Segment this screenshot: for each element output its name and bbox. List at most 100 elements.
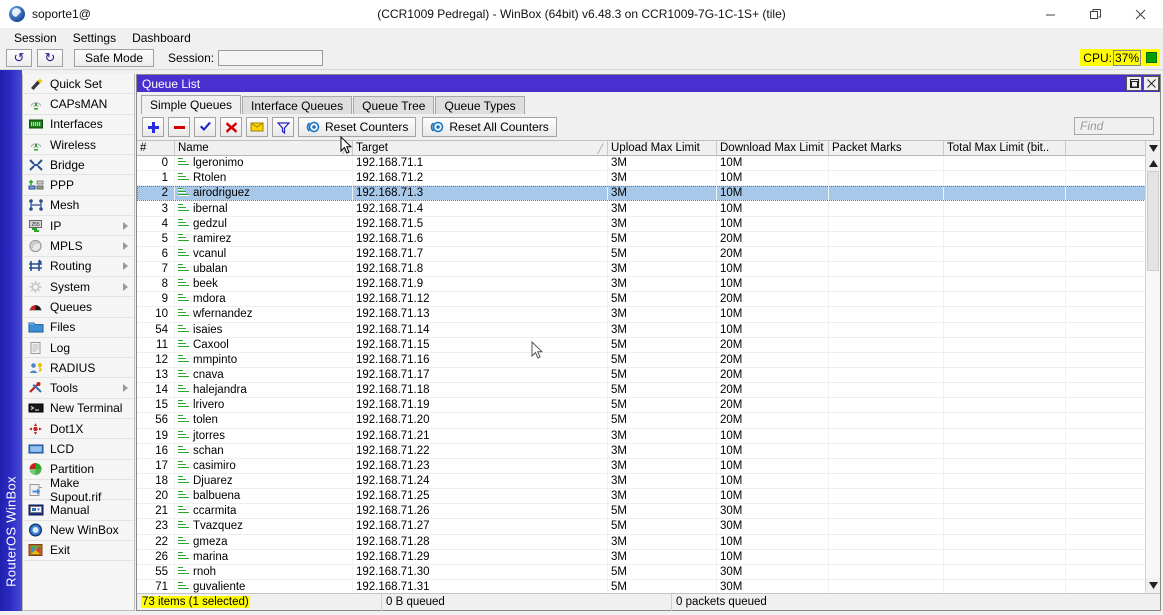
sidebar-item-exit[interactable]: Exit <box>23 541 134 561</box>
cell-tot <box>944 246 1066 261</box>
table-row[interactable]: 12mmpinto192.168.71.165M20M <box>137 353 1160 368</box>
undo-icon[interactable]: ↺ <box>6 49 32 67</box>
restore-button[interactable] <box>1073 0 1118 28</box>
sidebar-item-mpls[interactable]: MPLS <box>23 236 134 256</box>
sidebar-item-interfaces[interactable]: Interfaces <box>23 115 134 135</box>
sidebar-item-make-supout-rif[interactable]: Make Supout.rif <box>23 480 134 500</box>
redo-icon[interactable]: ↻ <box>37 49 63 67</box>
queue-bars-icon <box>178 294 189 304</box>
table-row[interactable]: 16schan192.168.71.223M10M <box>137 444 1160 459</box>
tab-queue-types[interactable]: Queue Types <box>435 96 524 114</box>
table-row[interactable]: 10wfernandez192.168.71.133M10M <box>137 307 1160 322</box>
sidebar-item-lcd[interactable]: LCD <box>23 439 134 459</box>
sidebar-item-radius[interactable]: RADIUS <box>23 358 134 378</box>
sidebar-item-mesh[interactable]: Mesh <box>23 196 134 216</box>
table-row[interactable]: 9mdora192.168.71.125M20M <box>137 292 1160 307</box>
sidebar-item-wireless[interactable]: Wireless <box>23 135 134 155</box>
scrollbar-thumb[interactable] <box>1147 171 1159 271</box>
vertical-scrollbar[interactable] <box>1145 141 1160 593</box>
scroll-up-button[interactable] <box>1146 156 1160 171</box>
table-row[interactable]: 7ubalan192.168.71.83M10M <box>137 262 1160 277</box>
sidebar-item-new-terminal[interactable]: New Terminal <box>23 399 134 419</box>
queue-window-titlebar[interactable]: Queue List <box>137 75 1160 92</box>
column-header-down[interactable]: Download Max Limit <box>717 141 829 155</box>
queue-restore-button[interactable] <box>1126 76 1142 91</box>
menu-settings[interactable]: Settings <box>66 30 123 46</box>
table-row[interactable]: 22gmeza192.168.71.283M10M <box>137 535 1160 550</box>
add-queue-button[interactable] <box>142 117 164 137</box>
table-row[interactable]: 15lrivero192.168.71.195M20M <box>137 398 1160 413</box>
table-row[interactable]: 71guvaliente192.168.71.315M30M <box>137 580 1160 593</box>
sidebar-item-ppp[interactable]: PPP <box>23 175 134 195</box>
column-header-name[interactable]: Name╱ <box>175 141 353 155</box>
table-row[interactable]: 0lgeronimo192.168.71.13M10M <box>137 156 1160 171</box>
minimize-button[interactable] <box>1028 0 1073 28</box>
sidebar-item-new-winbox[interactable]: New WinBox <box>23 521 134 541</box>
tab-queue-tree[interactable]: Queue Tree <box>353 96 434 114</box>
sidebar-item-quick-set[interactable]: Quick Set <box>23 74 134 94</box>
close-button[interactable] <box>1118 0 1163 28</box>
table-row[interactable]: 56tolen192.168.71.205M20M <box>137 413 1160 428</box>
column-header-up[interactable]: Upload Max Limit <box>608 141 717 155</box>
cell-last <box>1066 337 1146 352</box>
menu-dashboard[interactable]: Dashboard <box>125 30 198 46</box>
session-input[interactable] <box>218 50 323 66</box>
sidebar-item-manual[interactable]: Manual <box>23 500 134 520</box>
column-header-num[interactable]: # <box>137 141 175 155</box>
tab-interface-queues[interactable]: Interface Queues <box>242 96 352 114</box>
cell-up: 5M <box>608 564 717 579</box>
reset-counters-button[interactable]: Reset Counters <box>298 117 416 137</box>
scrollbar-track[interactable] <box>1146 171 1160 578</box>
reset-all-counters-button[interactable]: Reset All Counters <box>422 117 556 137</box>
table-row[interactable]: 11Caxool192.168.71.155M20M <box>137 338 1160 353</box>
cell-up: 3M <box>608 216 717 231</box>
safe-mode-button[interactable]: Safe Mode <box>74 49 154 67</box>
queues-icon <box>28 300 44 314</box>
filter-button[interactable] <box>272 117 294 137</box>
column-header-tot[interactable]: Total Max Limit (bit.. <box>944 141 1066 155</box>
sidebar-item-dot1x[interactable]: Dot1X <box>23 419 134 439</box>
table-row[interactable]: 2airodriguez192.168.71.33M10M <box>137 186 1160 201</box>
comment-button[interactable] <box>246 117 268 137</box>
table-row[interactable]: 54isaies192.168.71.143M10M <box>137 323 1160 338</box>
manual-icon <box>28 503 44 517</box>
remove-queue-button[interactable] <box>168 117 190 137</box>
sidebar-item-capsman[interactable]: CAPsMAN <box>23 94 134 114</box>
table-row[interactable]: 21ccarmita192.168.71.265M30M <box>137 504 1160 519</box>
sidebar-item-ip[interactable]: 255IP <box>23 216 134 236</box>
table-row[interactable]: 8beek192.168.71.93M10M <box>137 277 1160 292</box>
sidebar-item-system[interactable]: System <box>23 277 134 297</box>
enable-queue-button[interactable] <box>194 117 216 137</box>
table-row[interactable]: 6vcanul192.168.71.75M20M <box>137 247 1160 262</box>
find-input[interactable]: Find <box>1074 117 1154 135</box>
table-row[interactable]: 4gedzul192.168.71.53M10M <box>137 217 1160 232</box>
table-row[interactable]: 19jtorres192.168.71.213M10M <box>137 429 1160 444</box>
column-header-pm[interactable]: Packet Marks <box>829 141 944 155</box>
sidebar-item-bridge[interactable]: Bridge <box>23 155 134 175</box>
table-row[interactable]: 1Rtolen192.168.71.23M10M <box>137 171 1160 186</box>
column-menu-button[interactable] <box>1146 141 1160 156</box>
queue-close-button[interactable] <box>1143 76 1159 91</box>
sidebar-item-log[interactable]: Log <box>23 338 134 358</box>
table-row[interactable]: 3ibernal192.168.71.43M10M <box>137 201 1160 216</box>
disable-queue-button[interactable] <box>220 117 242 137</box>
table-row[interactable]: 13cnava192.168.71.175M20M <box>137 368 1160 383</box>
scroll-down-button[interactable] <box>1146 578 1160 593</box>
table-row[interactable]: 18Djuarez192.168.71.243M10M <box>137 474 1160 489</box>
cell-tot <box>944 458 1066 473</box>
sidebar-item-tools[interactable]: Tools <box>23 378 134 398</box>
table-row[interactable]: 23Tvazquez192.168.71.275M30M <box>137 519 1160 534</box>
column-header-tgt[interactable]: Target╱ <box>353 141 608 155</box>
table-row[interactable]: 26marina192.168.71.293M10M <box>137 550 1160 565</box>
tab-simple-queues[interactable]: Simple Queues <box>141 95 241 114</box>
sidebar-item-files[interactable]: Files <box>23 318 134 338</box>
sidebar-item-routing[interactable]: Routing <box>23 257 134 277</box>
table-row[interactable]: 14halejandra192.168.71.185M20M <box>137 383 1160 398</box>
column-header-last[interactable] <box>1066 141 1146 155</box>
table-row[interactable]: 20balbuena192.168.71.253M10M <box>137 489 1160 504</box>
table-row[interactable]: 5ramirez192.168.71.65M20M <box>137 232 1160 247</box>
table-row[interactable]: 55rnoh192.168.71.305M30M <box>137 565 1160 580</box>
menu-session[interactable]: Session <box>7 30 64 46</box>
table-row[interactable]: 17casimiro192.168.71.233M10M <box>137 459 1160 474</box>
sidebar-item-queues[interactable]: Queues <box>23 297 134 317</box>
